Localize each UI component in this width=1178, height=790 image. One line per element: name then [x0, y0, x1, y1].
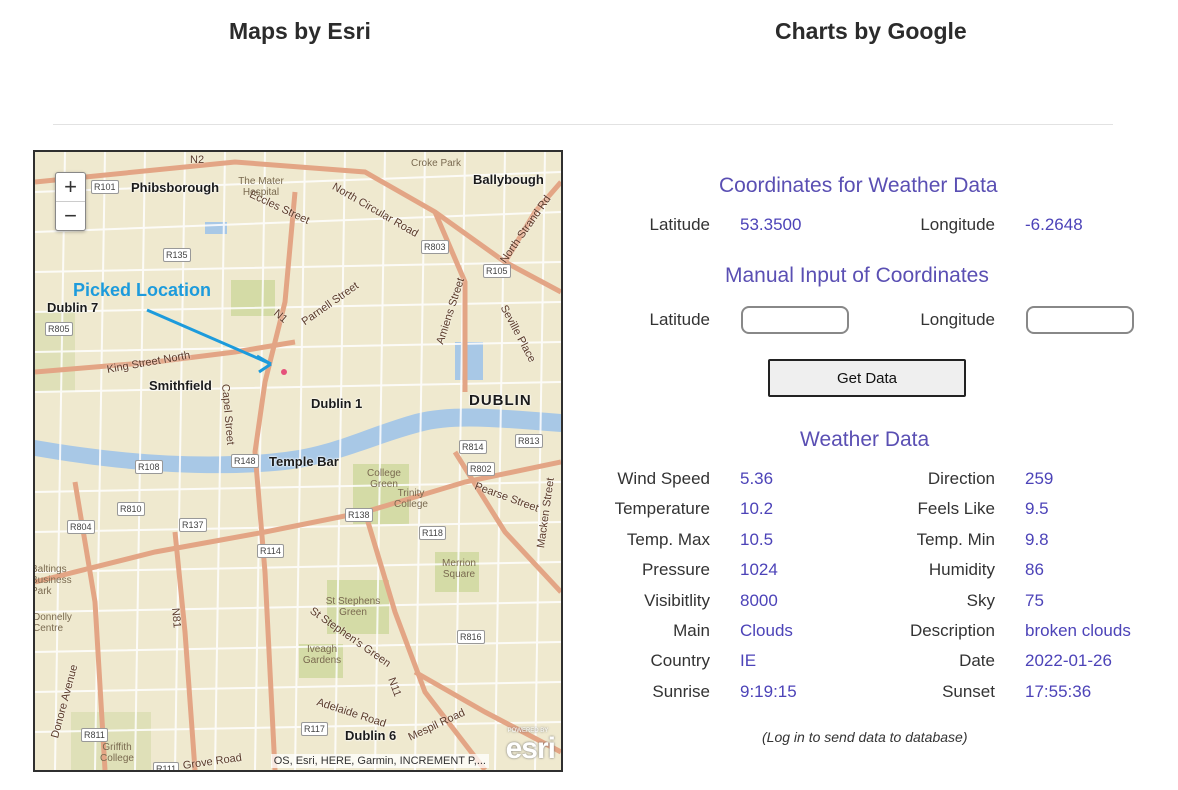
latitude-input[interactable]: [741, 306, 849, 334]
road-shield: R802: [467, 462, 495, 476]
weather-value: 5.36: [740, 469, 774, 488]
charts-title: Charts by Google: [775, 18, 967, 44]
poi-label: College Green: [367, 468, 401, 490]
poi-label: Merrion Square: [442, 558, 476, 580]
weather-label: Pressure: [641, 560, 710, 579]
get-data-button[interactable]: Get Data: [768, 359, 966, 397]
weather-label: Direction: [927, 469, 995, 488]
road-shield: R148: [231, 454, 259, 468]
header-divider: [53, 124, 1113, 125]
manual-input-title: Manual Input of Coordinates: [725, 264, 989, 287]
weather-value: 17:55:36: [1025, 682, 1092, 701]
esri-logo[interactable]: POWERED BY esri: [505, 728, 556, 766]
place-label: Dublin 7: [47, 300, 99, 315]
maps-title: Maps by Esri: [229, 18, 371, 44]
place-label: DUBLIN: [469, 392, 532, 409]
weather-value: IE: [740, 651, 757, 670]
weather-value: broken clouds: [1025, 621, 1131, 640]
latitude-value: 53.3500: [740, 215, 802, 234]
weather-label: Country: [650, 651, 710, 670]
weather-data-title: Weather Data: [800, 428, 930, 451]
weather-label: Sunset: [942, 682, 995, 701]
weather-label: Wind Speed: [617, 469, 710, 488]
weather-value: 8000: [740, 591, 778, 610]
place-label: Smithfield: [149, 378, 212, 393]
weather-label: Date: [959, 651, 995, 670]
map-view[interactable]: Eccles Street North Circular Road Parnel…: [33, 150, 563, 772]
road-shield: R805: [45, 322, 73, 336]
weather-value: 10.5: [740, 530, 774, 549]
road-shield: R816: [457, 630, 485, 644]
longitude-value: -6.2648: [1025, 215, 1083, 234]
longitude-input[interactable]: [1026, 306, 1134, 334]
weather-label: Temp. Max: [626, 530, 710, 549]
poi-label: Donnelly Centre: [33, 612, 72, 634]
poi-label: St Stephens Green: [325, 596, 381, 618]
weather-value: 259: [1025, 469, 1054, 488]
weather-label: Description: [909, 621, 995, 640]
weather-label: Temp. Min: [916, 530, 995, 549]
road-shield: R137: [179, 518, 207, 532]
weather-value: 75: [1025, 591, 1044, 610]
road-shield: R813: [515, 434, 543, 448]
weather-value: 86: [1025, 560, 1044, 579]
zoom-control: + −: [55, 172, 86, 231]
location-pin-icon: [281, 369, 287, 375]
road-shield: R117: [301, 722, 328, 736]
poi-label: Baltings Business Park: [33, 564, 72, 597]
weather-value: 9:19:15: [740, 682, 797, 701]
road-shield: R135: [163, 248, 191, 262]
weather-value: Clouds: [740, 621, 793, 640]
street-label: N81: [169, 607, 183, 629]
place-label: Dublin 6: [345, 728, 397, 743]
road-shield: R810: [117, 502, 145, 516]
latitude-label: Latitude: [649, 215, 711, 234]
longitude-label: Longitude: [920, 215, 995, 234]
road-shield: R803: [421, 240, 449, 254]
road-shield: R108: [135, 460, 163, 474]
coordinates-title: Coordinates for Weather Data: [719, 174, 998, 197]
weather-label: Temperature: [614, 499, 710, 518]
esri-logo-small: POWERED BY: [507, 728, 549, 734]
esri-logo-text: esri: [505, 732, 556, 765]
zoom-out-button[interactable]: −: [56, 202, 85, 230]
weather-value: 9.8: [1025, 530, 1049, 549]
poi-label: Trinity College: [394, 488, 428, 510]
weather-label: Feels Like: [917, 499, 995, 518]
poi-label: Griffith College: [100, 742, 134, 764]
picked-location-label: Picked Location: [73, 280, 212, 300]
road-shield: R101: [91, 180, 119, 194]
weather-label: Visibitlity: [644, 591, 710, 610]
road-shield: R111: [153, 762, 180, 770]
weather-value: 2022-01-26: [1025, 651, 1112, 670]
street-label: N2: [190, 154, 205, 166]
login-note: (Log in to send data to database): [762, 729, 968, 745]
weather-value: 1024: [740, 560, 778, 579]
weather-label: Humidity: [928, 560, 995, 579]
manual-longitude-label: Longitude: [920, 310, 995, 329]
road-shield: R114: [257, 544, 284, 558]
weather-value: 9.5: [1025, 499, 1049, 518]
poi-label: The Mater Hospital: [238, 176, 284, 198]
place-label: Ballybough: [473, 172, 544, 187]
weather-label: Sunrise: [652, 682, 710, 701]
zoom-in-button[interactable]: +: [56, 173, 85, 202]
road-shield: R814: [459, 440, 487, 454]
poi-label: Iveagh Gardens: [302, 644, 342, 666]
place-label: Temple Bar: [269, 454, 339, 469]
place-label: Phibsborough: [131, 180, 220, 195]
map-attribution[interactable]: OS, Esri, HERE, Garmin, INCREMENT P,...: [270, 754, 489, 768]
manual-latitude-label: Latitude: [649, 310, 711, 329]
place-label: Dublin 1: [311, 396, 363, 411]
road-shield: R811: [81, 728, 108, 742]
weather-label: Main: [673, 621, 710, 640]
road-shield: R118: [419, 526, 446, 540]
poi-label: Croke Park: [411, 158, 462, 169]
weather-value: 10.2: [740, 499, 774, 518]
road-shield: R804: [67, 520, 95, 534]
road-shield: R105: [483, 264, 511, 278]
weather-label: Sky: [966, 591, 995, 610]
road-shield: R138: [345, 508, 373, 522]
